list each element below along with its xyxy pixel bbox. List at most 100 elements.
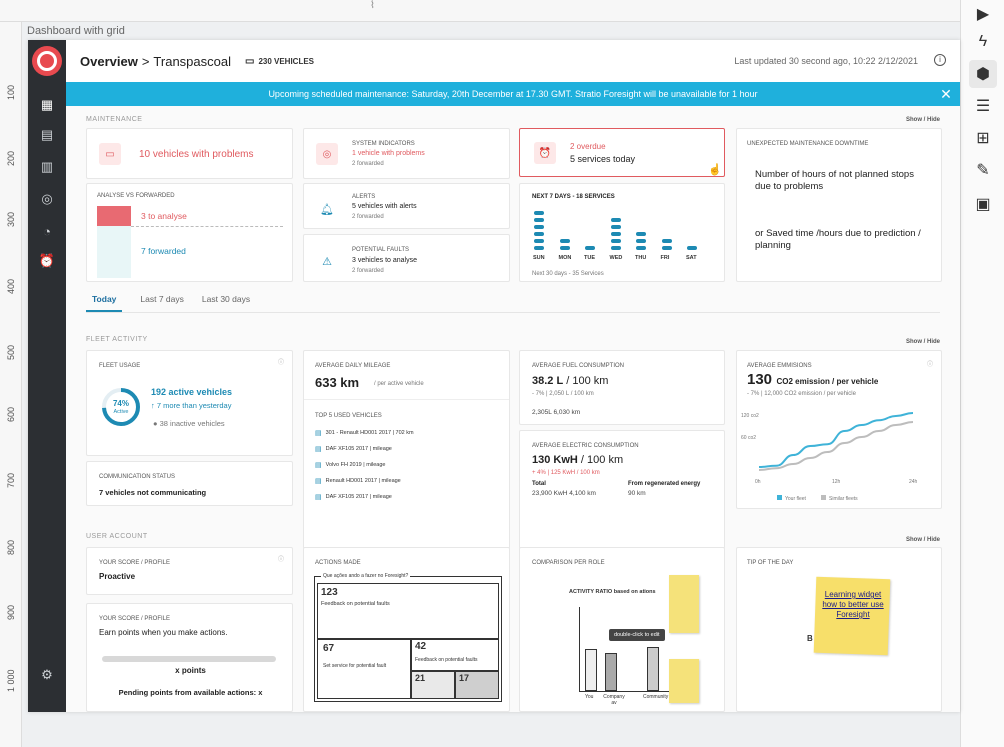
show-hide-user[interactable]: Show / Hide: [906, 537, 940, 543]
info-icon[interactable]: i: [934, 54, 946, 66]
settings-icon[interactable]: ⚙: [36, 664, 58, 686]
add-image-icon[interactable]: ▣: [969, 190, 997, 218]
bar-segment: [636, 246, 646, 250]
card-score[interactable]: YOUR SCORE / PROFILE ⓘ Proactive: [86, 547, 293, 595]
list-item-label: Renault HD001 2017 | mileage: [325, 478, 401, 484]
vehicle-icon[interactable]: ▤: [36, 124, 58, 146]
show-hide-maintenance[interactable]: Show / Hide: [906, 117, 940, 123]
comparison-label: COMPARISON PER ROLE: [532, 560, 605, 566]
card-communication-status[interactable]: COMMUNICATION STATUS 7 vehicles not comm…: [86, 461, 293, 506]
card-fuel[interactable]: AVERAGE FUEL CONSUMPTION 38.2 L / 100 km…: [519, 350, 725, 425]
maintenance-banner: Upcoming scheduled maintenance: Saturday…: [66, 82, 960, 106]
brake-warning-icon: ◎: [316, 143, 338, 165]
bar-segment: [534, 246, 544, 250]
card-overdue[interactable]: ⏰ 2 overdue 5 services today ☝: [519, 128, 725, 177]
treemap-cell: [317, 583, 499, 639]
card-fleet-usage[interactable]: FLEET USAGE ⓘ 74% Active 192 active vehi…: [86, 350, 293, 456]
info-icon-small[interactable]: ⓘ: [278, 554, 284, 563]
logo[interactable]: [32, 46, 62, 76]
card-next-7-days[interactable]: NEXT 7 DAYS - 18 SERVICES SUN MON TUE WED TH…: [519, 183, 725, 282]
gauge-icon[interactable]: ◔: [36, 220, 58, 242]
score2-label: YOUR SCORE / PROFILE: [99, 616, 171, 622]
bar-col-wed: [610, 215, 621, 250]
actions-label: ACTIONS MADE: [315, 560, 361, 566]
card-alerts[interactable]: 🔔︎ ALERTS 5 vehicles with alerts 2 forwa…: [303, 183, 510, 229]
day-label: FRI: [660, 255, 670, 261]
tab-last-30-days[interactable]: Last 30 days: [202, 294, 250, 312]
dashboard-icon[interactable]: ▦: [36, 94, 58, 116]
tab-today[interactable]: Today: [86, 294, 123, 312]
breadcrumb-fleet[interactable]: Transpascoal: [153, 54, 231, 69]
y-tick-label: 120 co2: [741, 413, 759, 419]
top5-list: ▤ 301 - Renault HD001 2017 | 702 km ▤ DAF …: [315, 429, 414, 509]
to-analyse-text: 3 to analyse: [141, 211, 187, 221]
bar-segment: [585, 246, 595, 250]
emissions-value: 130: [747, 371, 773, 388]
ruler-tick: 800: [6, 539, 16, 555]
card-problems[interactable]: ▭ 10 vehicles with problems: [86, 128, 293, 179]
comm-value: 7 vehicles not communicating: [99, 488, 207, 497]
inactive-text: 38 inactive vehicles: [159, 419, 225, 428]
edit-image-icon[interactable]: ✎: [969, 156, 997, 184]
card-unexpected-downtime[interactable]: UNEXPECTED MAINTENANCE DOWNTIME Number o…: [736, 128, 942, 282]
card-mileage[interactable]: AVERAGE DAILY MILEAGE 633 km / per activ…: [303, 350, 510, 549]
bar-segment: [534, 232, 544, 236]
info-icon-small[interactable]: ⓘ: [927, 359, 933, 368]
treemap-value-17: 17: [459, 673, 470, 683]
lightning-icon[interactable]: ϟ: [969, 28, 997, 56]
legend-swatch: [777, 495, 782, 500]
list-item[interactable]: ▤ DAF XF105 2017 | mileage: [315, 445, 414, 453]
ruler-left: 100 200 300 400 500 600 700 800 900 1 00…: [0, 22, 22, 747]
faults-value: 3 vehicles to analyse: [352, 257, 417, 264]
emissions-value-row: 130 CO2 emission / per vehicle: [747, 371, 878, 389]
artboard-label[interactable]: Dashboard with grid: [27, 25, 125, 37]
info-icon-small[interactable]: ⓘ: [278, 357, 284, 366]
electric-value: 130 KwH: [532, 454, 578, 466]
alarm-icon[interactable]: ⏰: [36, 250, 58, 272]
list-item[interactable]: ▤ 301 - Renault HD001 2017 | 702 km: [315, 429, 414, 437]
tip-text[interactable]: Learning widget how to better use Foresi…: [821, 590, 885, 620]
fuel-unit: / 100 km: [566, 375, 609, 387]
card-analyse-vs-forwarded[interactable]: ANALYSE VS FORWARDED 3 to analyse 7 forw…: [86, 183, 293, 282]
faults-sub: 2 forwarded: [352, 268, 384, 274]
tab-last-7-days[interactable]: Last 7 days: [140, 294, 183, 312]
bar-segment: [534, 239, 544, 243]
banner-text: Upcoming scheduled maintenance: Saturday…: [268, 89, 758, 99]
bullet-icon: ●: [153, 419, 160, 428]
section-title-fleet: FLEET ACTIVITY: [86, 336, 148, 343]
electric-unit: / 100 km: [580, 454, 624, 466]
close-icon[interactable]: ✕: [938, 86, 954, 102]
card-points[interactable]: YOUR SCORE / PROFILE Earn points when yo…: [86, 603, 293, 712]
tooltip-double-click[interactable]: double-click to edit: [609, 629, 665, 641]
vehicle-count: ▭ 230 VEHICLES: [245, 56, 314, 67]
comparison-sketch: ACTIVITY RATIO based on ations double-cl…: [565, 573, 715, 706]
card-system-indicators[interactable]: ◎ SYSTEM INDICATORS 1 vehicle with probl…: [303, 128, 510, 179]
bar-col-fri: [661, 236, 672, 250]
services-bar-chart: SUN MON TUE WED THU FRI SAT: [530, 206, 700, 261]
card-actions-made[interactable]: ACTIONS MADE Que ações ando a fazer no F…: [303, 547, 510, 712]
layout-icon[interactable]: ☰: [969, 92, 997, 120]
services-today: 5 services today: [570, 154, 636, 164]
show-hide-fleet[interactable]: Show / Hide: [906, 339, 940, 345]
bar-col-sun: [534, 208, 544, 250]
bar-col-tue: [585, 243, 595, 250]
electric-regen: 90 km: [628, 490, 646, 497]
card-electric[interactable]: AVERAGE ELECTRIC CONSUMPTION 130 KwH / 1…: [519, 430, 725, 549]
map-icon[interactable]: ▥: [36, 156, 58, 178]
page-title[interactable]: Overview: [80, 54, 138, 69]
list-item[interactable]: ▤ Renault HD001 2017 | mileage: [315, 477, 414, 485]
card-emissions[interactable]: AVERAGE EMMISIONS ⓘ 130 CO2 emission / p…: [736, 350, 942, 509]
system-indicators-label: SYSTEM INDICATORS: [352, 141, 415, 147]
bar-segment: [534, 225, 544, 229]
card-comparison[interactable]: COMPARISON PER ROLE ACTIVITY RATIO based…: [519, 547, 725, 712]
card-tip[interactable]: TIP OF THE DAY Learning widget how to be…: [736, 547, 942, 712]
hexagon-icon[interactable]: ⬢: [969, 60, 997, 88]
bar-segment: [610, 232, 621, 236]
list-item[interactable]: ▤ Volvo FH 2019 | mileage: [315, 461, 414, 469]
section-title-maintenance: MAINTENANCE: [86, 116, 143, 123]
brake-icon[interactable]: ◎: [36, 188, 58, 210]
list-item[interactable]: ▤ DAF XF105 2017 | mileage: [315, 493, 414, 501]
card-potential-faults[interactable]: ⚠ POTENTIAL FAULTS 3 vehicles to analyse…: [303, 234, 510, 282]
grid-select-icon[interactable]: ⊞: [969, 124, 997, 152]
play-icon[interactable]: ▶: [969, 0, 997, 28]
